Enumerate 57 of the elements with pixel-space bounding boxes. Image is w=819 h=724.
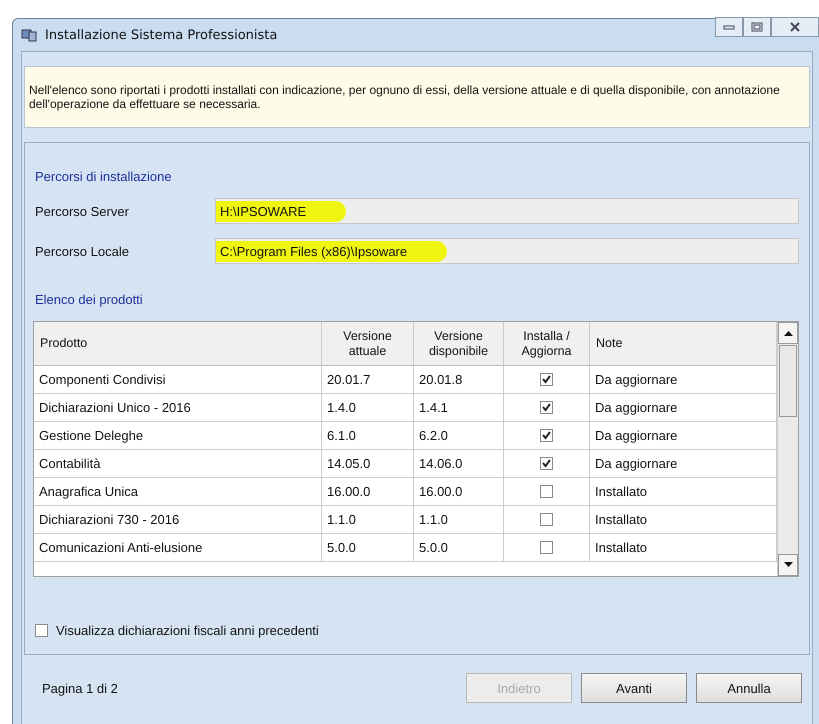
table-cell: 20.01.7 (322, 366, 414, 394)
field-label: Percorso Locale (34, 244, 130, 258)
minimize-button[interactable] (715, 17, 743, 37)
footer-button[interactable]: Annulla (696, 673, 802, 703)
table-cell: 1.4.1 (414, 394, 504, 422)
scroll-up-icon[interactable] (784, 330, 792, 336)
window-title: Installazione Sistema Professionista (45, 28, 278, 42)
minimize-icon (723, 23, 735, 31)
close-button[interactable] (771, 17, 819, 37)
table-cell: 14.05.0 (322, 450, 414, 478)
install-checkbox[interactable] (540, 429, 553, 442)
scroll-down-icon[interactable] (784, 562, 792, 568)
install-checkbox[interactable] (540, 541, 553, 554)
section-title: Elenco dei prodotti (35, 292, 144, 307)
column-header: Installa / Aggiorna (504, 322, 590, 366)
page-indicator: Pagina 1 di 2 (42, 680, 118, 696)
install-checkbox[interactable] (540, 485, 553, 498)
table-cell: 16.00.0 (414, 478, 504, 506)
path-field[interactable]: H:\IPSOWARE (215, 198, 799, 224)
path-field[interactable]: C:\Program Files (x86)\Ipsoware (215, 238, 799, 264)
scrollbar-thumb[interactable] (779, 345, 797, 417)
install-checkbox[interactable] (540, 457, 553, 470)
table-cell: 16.00.0 (322, 478, 414, 506)
maximize-button[interactable] (743, 17, 771, 37)
install-checkbox[interactable] (540, 373, 553, 386)
table-cell: 1.4.0 (322, 394, 414, 422)
column-header: Versione attuale (322, 322, 414, 366)
table-cell: 5.0.0 (322, 534, 414, 562)
table-cell: 1.1.0 (322, 506, 414, 534)
table-cell: Dichiarazioni 730 - 2016 (34, 506, 322, 534)
install-checkbox[interactable] (540, 401, 553, 414)
table-cell: Comunicazioni Anti-elusione (34, 534, 322, 562)
computer-icon (21, 28, 37, 42)
close-icon (789, 22, 801, 32)
field-label: Percorso Server (34, 204, 130, 218)
table-cell: 6.2.0 (414, 422, 504, 450)
scrollbar[interactable] (777, 322, 798, 576)
table-cell: 6.1.0 (322, 422, 414, 450)
table-cell: 1.1.0 (414, 506, 504, 534)
footer-button[interactable]: Avanti (581, 673, 687, 703)
table-cell: 20.01.8 (414, 366, 504, 394)
table-cell: Componenti Condivisi (34, 366, 322, 394)
maximize-icon (751, 22, 763, 32)
install-checkbox[interactable] (540, 513, 553, 526)
table-cell: Dichiarazioni Unico - 2016 (34, 394, 322, 422)
column-header: Versione disponibile (414, 322, 504, 366)
checkbox[interactable] (35, 624, 48, 637)
table-cell: Gestione Deleghe (34, 422, 322, 450)
table-cell: Anagrafica Unica (34, 478, 322, 506)
table-cell: 14.06.0 (414, 450, 504, 478)
info-message: Nell'elenco sono riportati i prodotti installati con indicazione, per ognuno di essi, della versione attuale e di quella disponibile, con annotazione dell'operazione da effettuare se necessaria. (24, 66, 810, 128)
checkbox-label: Visualizza dichiarazioni fiscali anni precedenti (56, 623, 319, 638)
table-cell: Contabilità (34, 450, 322, 478)
column-header: Prodotto (34, 322, 322, 366)
table-cell: 5.0.0 (414, 534, 504, 562)
section-title: Percorsi di installazione (35, 169, 173, 184)
column-header: Note (590, 322, 777, 366)
